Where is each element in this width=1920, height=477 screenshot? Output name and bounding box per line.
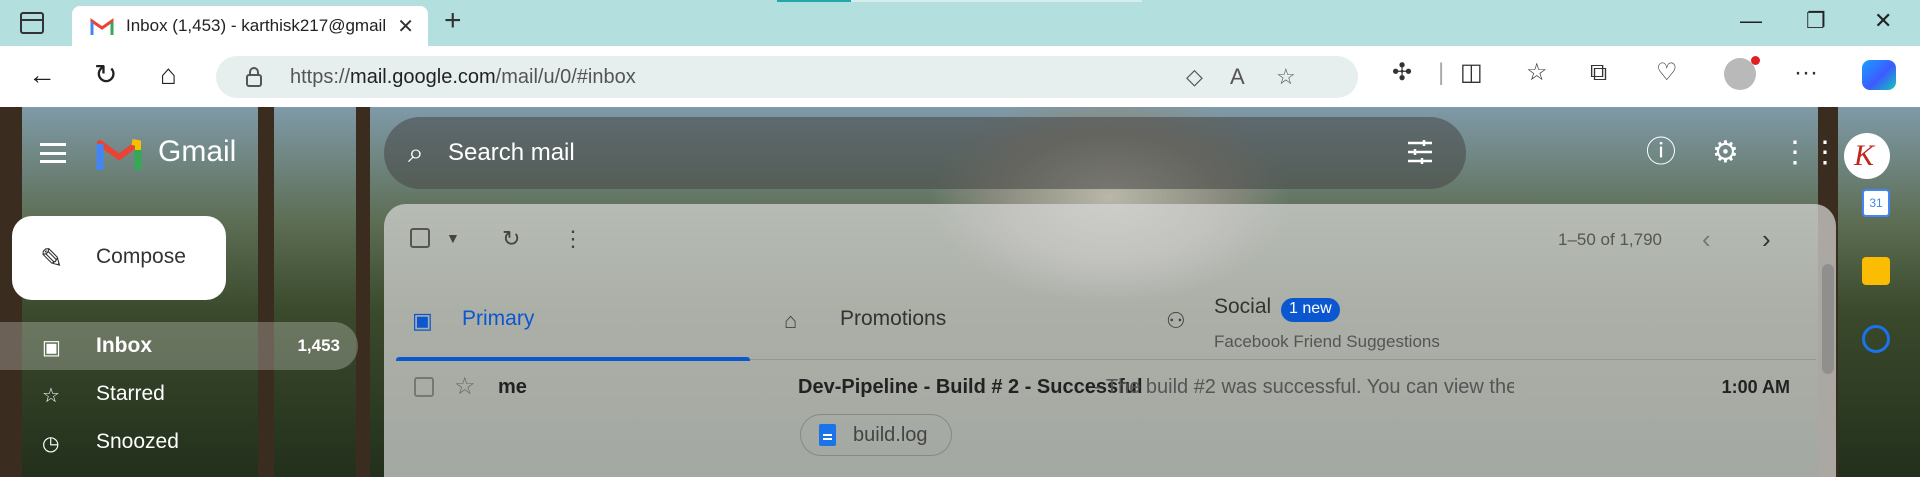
collections-icon[interactable]: ⧉ [1590, 58, 1607, 88]
tab-label: Promotions [840, 307, 947, 330]
favorites-icon[interactable]: ☆ [1526, 58, 1548, 88]
account-avatar[interactable]: K [1844, 133, 1890, 179]
star-icon: ☆ [42, 385, 60, 407]
document-icon [819, 424, 836, 446]
inbox-count: 1,453 [297, 336, 340, 355]
more-actions-icon[interactable]: ⋮ [562, 226, 584, 252]
gmail-logo[interactable] [96, 136, 142, 170]
address-bar[interactable]: https://mail.google.com/mail/u/0/#inbox … [216, 56, 1358, 98]
email-snippet: - The build #2 was successful. You can v… [1094, 376, 1514, 398]
sidebar-item-label: Inbox [96, 334, 152, 357]
minimize-icon[interactable]: — [1740, 8, 1762, 34]
search-bar: ⌕ [384, 117, 1466, 189]
tab-social[interactable]: ⚇ Social 1 new Facebook Friend Suggestio… [1154, 282, 1508, 360]
compose-label: Compose [96, 245, 186, 268]
pencil-icon: ✎ [40, 243, 64, 274]
chevron-right-icon[interactable]: › [1762, 224, 1771, 255]
split-screen-icon[interactable]: ◫ [1460, 58, 1483, 88]
more-menu-icon[interactable]: ··· [1794, 58, 1818, 88]
sidebar-item-starred[interactable]: ☆ Starred [0, 370, 358, 418]
sidebar-item-label: Snoozed [96, 430, 179, 453]
loading-indicator [777, 0, 1142, 2]
new-tab-icon[interactable]: + [444, 6, 462, 36]
toolbar-divider: | [1438, 59, 1445, 86]
tab-label: Social [1214, 295, 1272, 318]
people-icon: ⚇ [1166, 308, 1186, 333]
url-text[interactable]: https://mail.google.com/mail/u/0/#inbox [290, 66, 636, 89]
email-subject: Dev-Pipeline - Build # 2 - Successful [798, 376, 1143, 398]
keep-icon[interactable] [1862, 257, 1890, 285]
read-aloud-icon[interactable]: A [1230, 64, 1245, 90]
chevron-left-icon[interactable]: ‹ [1702, 224, 1711, 255]
copilot-icon[interactable] [1862, 60, 1896, 90]
back-icon[interactable]: ← [28, 60, 56, 90]
inbox-category-tabs: ▣ Primary ⌂ Promotions ⚇ Social 1 new Fa… [396, 282, 1816, 361]
table-row[interactable]: ☆ me Dev-Pipeline - Build # 2 - Successf… [384, 362, 1836, 477]
select-dropdown-icon[interactable]: ▼ [446, 230, 460, 246]
extensions-icon[interactable]: ✣ [1392, 58, 1412, 88]
restore-icon[interactable]: ❐ [1806, 8, 1826, 34]
app-available-icon[interactable]: ◇ [1186, 64, 1203, 90]
inbox-panel: ▼ ↻ ⋮ 1–50 of 1,790 ‹ › ▣ Primary ⌂ Prom… [384, 204, 1836, 477]
refresh-inbox-icon[interactable]: ↻ [502, 226, 520, 252]
compose-button[interactable]: ✎ Compose [12, 216, 226, 300]
lock-icon [246, 67, 262, 87]
attachment-chip[interactable]: build.log [800, 414, 952, 456]
browser-tab-gmail[interactable]: Inbox (1,453) - karthisk217@gmail.com - … [72, 6, 428, 46]
help-icon[interactable]: ⓘ [1646, 136, 1676, 170]
search-options-icon[interactable] [1406, 139, 1434, 165]
scrollbar[interactable] [1822, 264, 1834, 374]
close-tab-icon[interactable]: ✕ [397, 14, 414, 39]
browser-essentials-icon[interactable]: ♡ [1656, 58, 1678, 88]
favorite-star-icon[interactable]: ☆ [1276, 64, 1296, 90]
email-sender: me [498, 376, 527, 398]
search-input[interactable] [448, 135, 1148, 171]
attachment-name: build.log [853, 424, 928, 446]
sidebar-item-snoozed[interactable]: ◷ Snoozed [0, 418, 358, 466]
pagination-text: 1–50 of 1,790 [1558, 230, 1662, 249]
clock-icon: ◷ [42, 433, 60, 455]
tab-title: Inbox (1,453) - karthisk217@gmail.com - … [126, 16, 386, 35]
new-badge: 1 new [1281, 298, 1340, 322]
main-menu-icon[interactable] [40, 143, 66, 163]
tasks-icon[interactable] [1862, 325, 1890, 353]
close-window-icon[interactable]: ✕ [1874, 8, 1892, 34]
browser-tab-bar: Inbox (1,453) - karthisk217@gmail.com - … [0, 0, 1920, 46]
tag-icon: ⌂ [784, 308, 798, 333]
email-time: 1:00 AM [1721, 377, 1790, 397]
profile-avatar[interactable] [1724, 56, 1760, 90]
gmail-wordmark: Gmail [158, 135, 237, 168]
tab-label: Primary [462, 307, 535, 330]
row-checkbox[interactable] [414, 377, 434, 397]
sidebar-item-inbox[interactable]: ▣ Inbox 1,453 [0, 322, 358, 370]
tab-actions-icon[interactable] [20, 12, 44, 34]
search-icon[interactable]: ⌕ [408, 137, 424, 170]
inbox-icon: ▣ [42, 337, 61, 359]
gmail-app: Gmail ⌕ ⓘ ⚙ ⋮⋮⋮ K ✎ Compose ▣ Inbox 1,45… [0, 107, 1920, 477]
tab-primary[interactable]: ▣ Primary [396, 282, 750, 361]
calendar-icon[interactable]: 31 [1862, 189, 1890, 217]
inbox-tray-icon: ▣ [412, 308, 433, 333]
tab-promotions[interactable]: ⌂ Promotions [774, 282, 1128, 360]
home-icon[interactable]: ⌂ [160, 60, 177, 90]
refresh-icon[interactable]: ↻ [94, 60, 117, 90]
settings-gear-icon[interactable]: ⚙ [1712, 136, 1739, 170]
star-icon[interactable]: ☆ [454, 372, 476, 401]
gmail-favicon-icon [90, 18, 114, 35]
sidebar-item-label: Starred [96, 382, 165, 405]
address-bar-row: ← ↻ ⌂ https://mail.google.com/mail/u/0/#… [0, 46, 1920, 107]
tab-subtitle: Facebook Friend Suggestions [1214, 332, 1440, 351]
background-tree [356, 107, 370, 477]
select-all-checkbox[interactable] [410, 228, 430, 248]
